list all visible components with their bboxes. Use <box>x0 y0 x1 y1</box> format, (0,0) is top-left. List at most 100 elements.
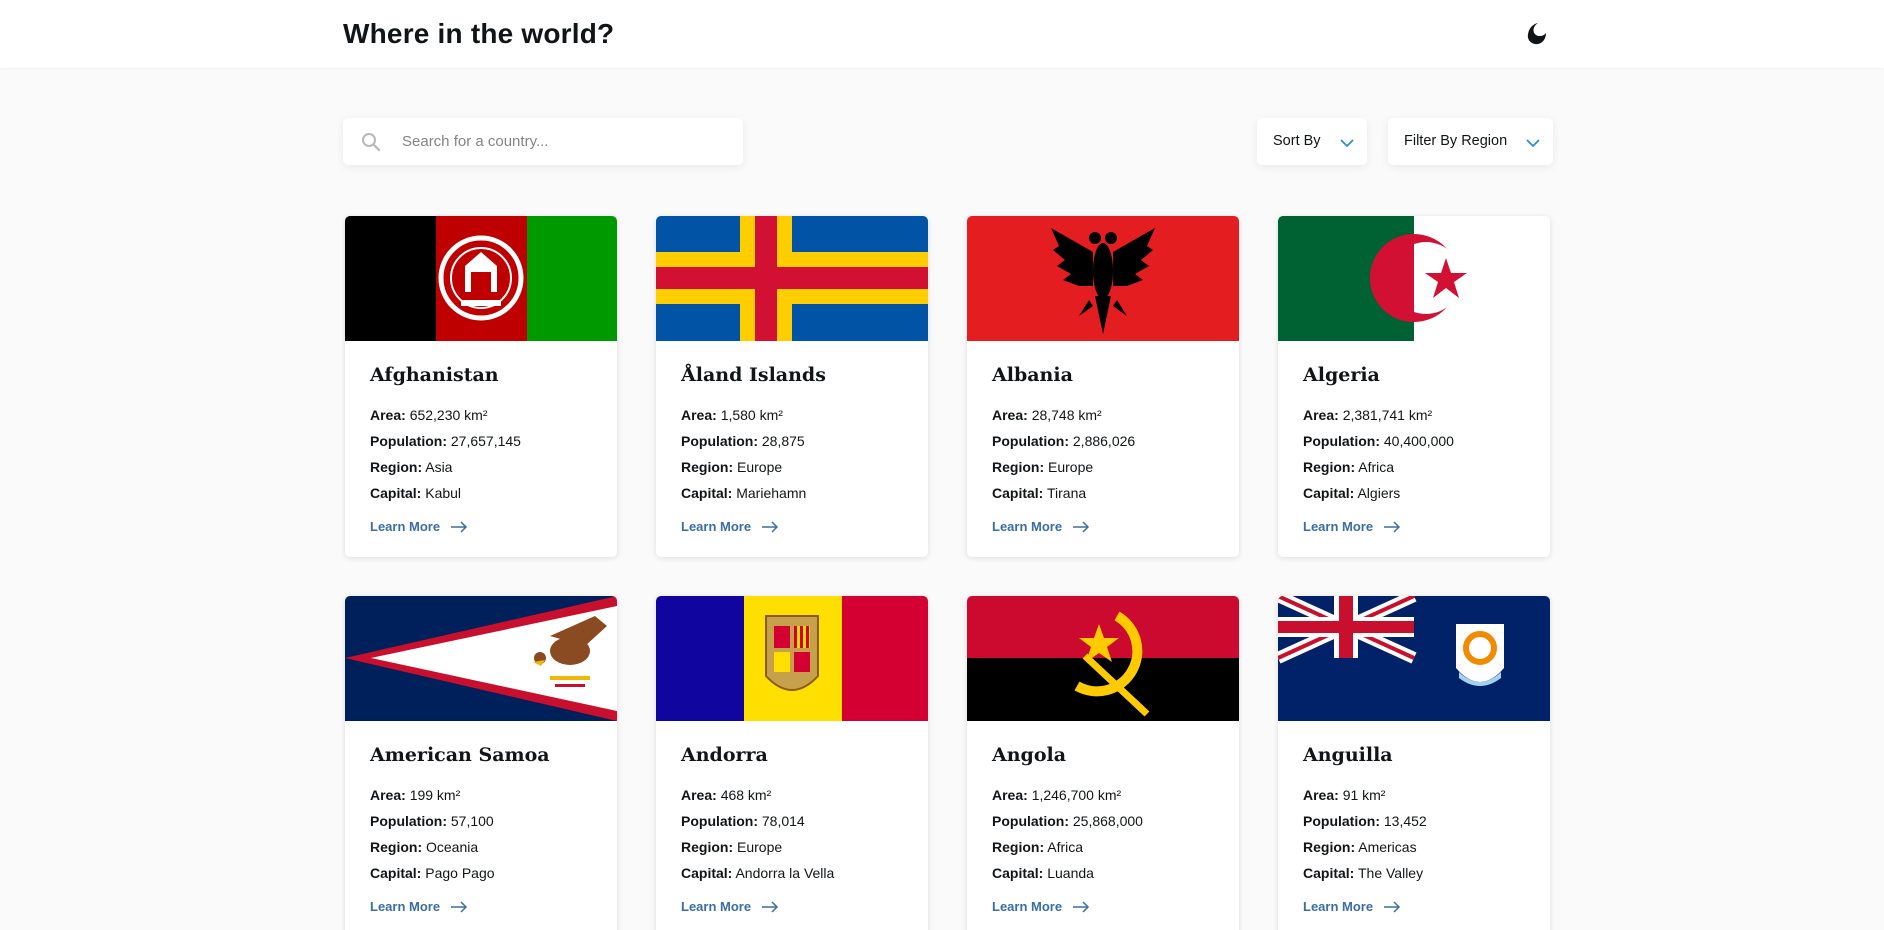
arrow-right-icon <box>1073 520 1090 533</box>
arrow-right-icon <box>1384 520 1401 533</box>
filter-region-dropdown[interactable]: Filter By Region <box>1388 118 1553 165</box>
region-value: Oceania <box>426 839 479 855</box>
country-card[interactable]: Åland Islands Area: 1,580 km² Population… <box>656 216 928 557</box>
population-value: 25,868,000 <box>1072 813 1143 829</box>
area-value: 652,230 km² <box>409 407 488 423</box>
country-card[interactable]: Anguilla Area: 91 km² Population: 13,452… <box>1278 596 1550 930</box>
app-title: Where in the world? <box>343 18 615 49</box>
learn-more-link[interactable]: Learn More <box>992 519 1090 534</box>
country-facts: Area: 652,230 km² Population: 27,657,145… <box>370 402 521 506</box>
country-name: Åland Islands <box>681 364 826 386</box>
learn-more-label: Learn More <box>681 899 752 914</box>
region-label: Region: <box>681 839 734 855</box>
arrow-right-icon <box>1073 900 1090 913</box>
learn-more-link[interactable]: Learn More <box>1303 519 1401 534</box>
arrow-right-icon <box>451 520 468 533</box>
capital-value: Andorra la Vella <box>735 865 835 881</box>
country-facts: Area: 199 km² Population: 57,100 Region:… <box>370 782 495 886</box>
capital-label: Capital: <box>992 485 1044 501</box>
area-value: 1,246,700 km² <box>1031 787 1122 803</box>
population-label: Population: <box>681 433 758 449</box>
chevron-down-icon <box>1340 135 1354 148</box>
capital-label: Capital: <box>992 865 1044 881</box>
area-label: Area: <box>681 407 717 423</box>
country-card[interactable]: American Samoa Area: 199 km² Population:… <box>345 596 617 930</box>
area-label: Area: <box>681 787 717 803</box>
population-value: 2,886,026 <box>1072 433 1136 449</box>
capital-label: Capital: <box>370 485 422 501</box>
albania-flag-image <box>967 216 1239 341</box>
region-label: Region: <box>681 459 734 475</box>
country-card[interactable]: Albania Area: 28,748 km² Population: 2,8… <box>967 216 1239 557</box>
country-card[interactable]: Afghanistan Area: 652,230 km² Population… <box>345 216 617 557</box>
learn-more-label: Learn More <box>1303 899 1374 914</box>
search-icon <box>360 131 382 153</box>
sort-by-label: Sort By <box>1273 133 1321 149</box>
region-value: Europe <box>737 839 783 855</box>
angola-flag-image <box>967 596 1239 721</box>
population-label: Population: <box>1303 433 1380 449</box>
area-value: 468 km² <box>720 787 772 803</box>
capital-value: Algiers <box>1357 485 1401 501</box>
population-label: Population: <box>370 433 447 449</box>
learn-more-link[interactable]: Learn More <box>681 899 779 914</box>
learn-more-link[interactable]: Learn More <box>1303 899 1401 914</box>
country-facts: Area: 28,748 km² Population: 2,886,026 R… <box>992 402 1135 506</box>
country-facts: Area: 1,580 km² Population: 28,875 Regio… <box>681 402 806 506</box>
country-card[interactable]: Angola Area: 1,246,700 km² Population: 2… <box>967 596 1239 930</box>
capital-label: Capital: <box>1303 865 1355 881</box>
area-value: 2,381,741 km² <box>1342 407 1433 423</box>
region-value: Europe <box>737 459 783 475</box>
capital-label: Capital: <box>370 865 422 881</box>
area-label: Area: <box>370 407 406 423</box>
search-input[interactable] <box>402 118 732 165</box>
region-label: Region: <box>1303 839 1356 855</box>
country-name: American Samoa <box>370 744 550 766</box>
population-label: Population: <box>1303 813 1380 829</box>
area-value: 1,580 km² <box>720 407 783 423</box>
capital-label: Capital: <box>1303 485 1355 501</box>
population-value: 28,875 <box>761 433 805 449</box>
population-value: 57,100 <box>450 813 494 829</box>
region-value: Europe <box>1048 459 1094 475</box>
area-value: 91 km² <box>1342 787 1386 803</box>
country-facts: Area: 468 km² Population: 78,014 Region:… <box>681 782 834 886</box>
learn-more-label: Learn More <box>370 899 441 914</box>
area-label: Area: <box>370 787 406 803</box>
region-label: Region: <box>992 459 1045 475</box>
algeria-flag-image <box>1278 216 1550 341</box>
capital-value: Pago Pago <box>425 865 495 881</box>
moon-icon[interactable] <box>1524 20 1552 48</box>
arrow-right-icon <box>1384 900 1401 913</box>
capital-value: Luanda <box>1047 865 1094 881</box>
learn-more-link[interactable]: Learn More <box>370 519 468 534</box>
area-label: Area: <box>1303 407 1339 423</box>
area-value: 199 km² <box>409 787 461 803</box>
sort-by-dropdown[interactable]: Sort By <box>1257 118 1367 165</box>
country-facts: Area: 1,246,700 km² Population: 25,868,0… <box>992 782 1143 886</box>
region-value: Asia <box>425 459 453 475</box>
capital-value: Kabul <box>425 485 462 501</box>
american-samoa-flag-image <box>345 596 617 721</box>
area-label: Area: <box>1303 787 1339 803</box>
country-facts: Area: 2,381,741 km² Population: 40,400,0… <box>1303 402 1454 506</box>
country-card[interactable]: Algeria Area: 2,381,741 km² Population: … <box>1278 216 1550 557</box>
region-value: Africa <box>1047 839 1084 855</box>
region-value: Americas <box>1358 839 1417 855</box>
region-label: Region: <box>370 839 423 855</box>
learn-more-label: Learn More <box>992 519 1063 534</box>
learn-more-label: Learn More <box>992 899 1063 914</box>
learn-more-link[interactable]: Learn More <box>681 519 779 534</box>
capital-label: Capital: <box>681 485 733 501</box>
search-box <box>343 118 743 165</box>
learn-more-label: Learn More <box>1303 519 1374 534</box>
country-card[interactable]: Andorra Area: 468 km² Population: 78,014… <box>656 596 928 930</box>
capital-value: The Valley <box>1357 865 1424 881</box>
region-label: Region: <box>992 839 1045 855</box>
learn-more-link[interactable]: Learn More <box>370 899 468 914</box>
area-value: 28,748 km² <box>1031 407 1102 423</box>
capital-label: Capital: <box>681 865 733 881</box>
country-name: Angola <box>992 744 1067 766</box>
country-name: Andorra <box>681 744 768 766</box>
learn-more-link[interactable]: Learn More <box>992 899 1090 914</box>
